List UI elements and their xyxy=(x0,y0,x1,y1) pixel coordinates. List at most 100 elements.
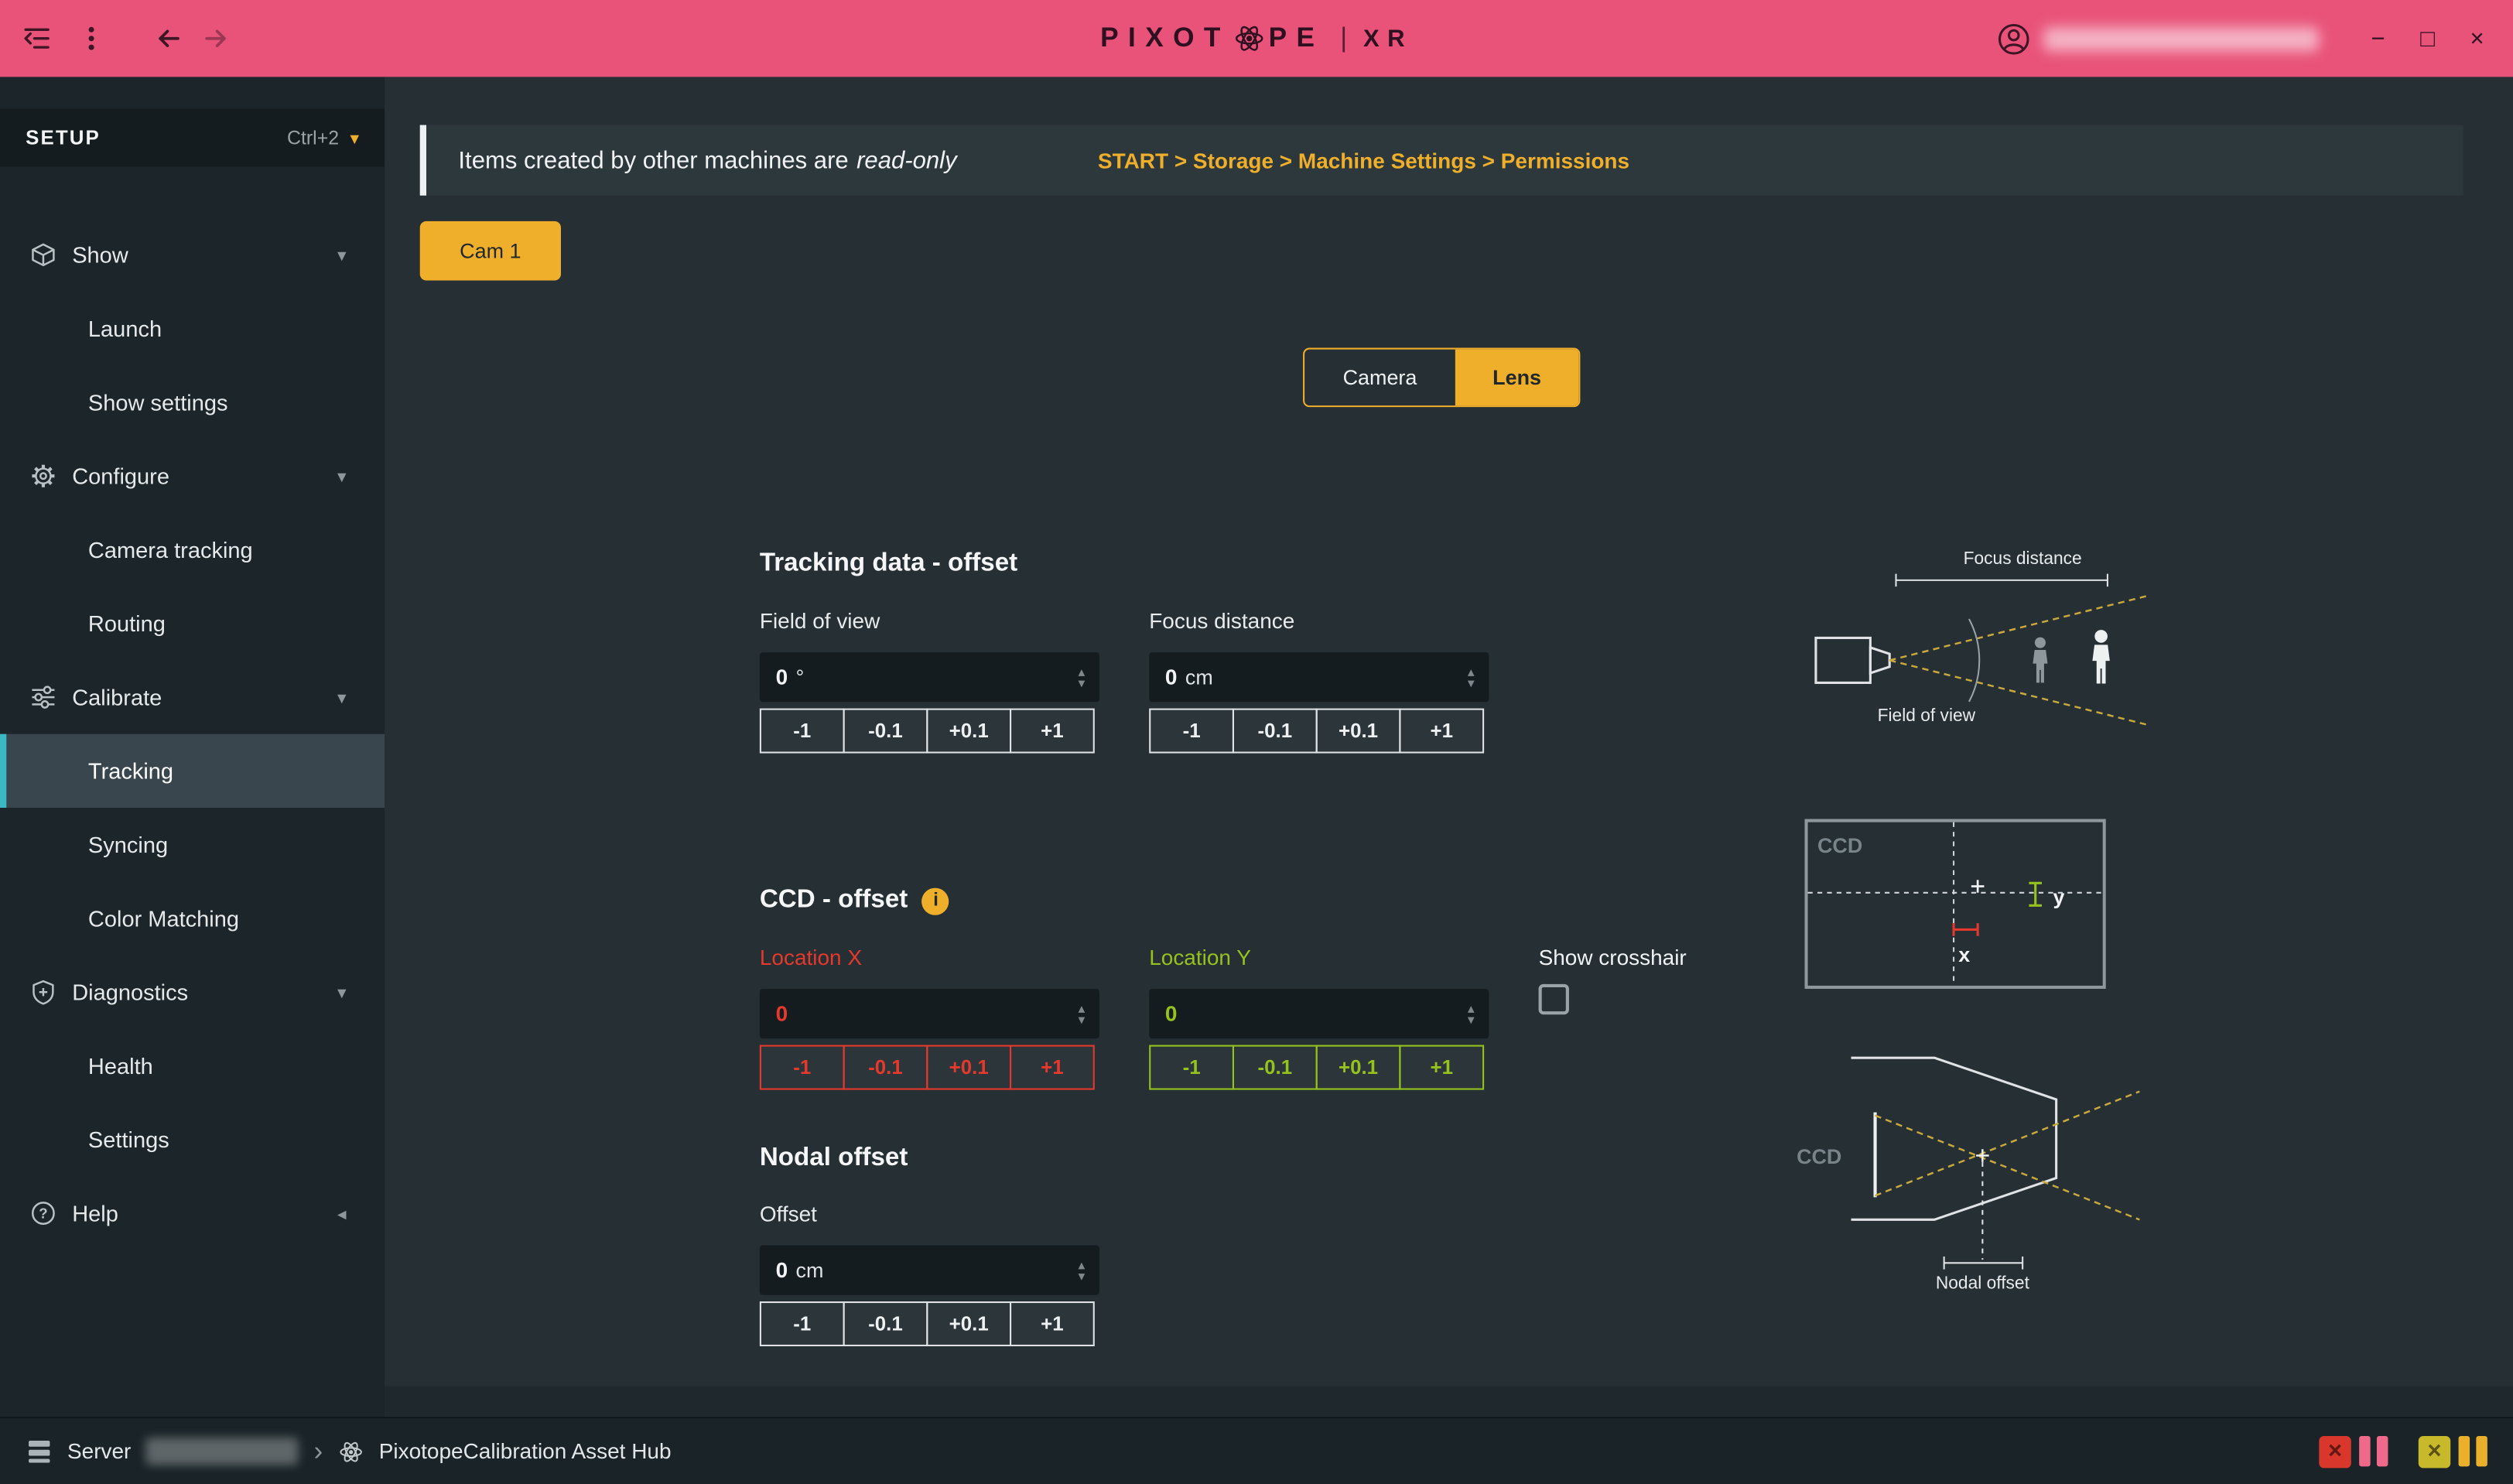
sidebar-item-health[interactable]: Health xyxy=(0,1029,385,1103)
asset-hub-item[interactable]: PixotopeCalibration Asset Hub xyxy=(339,1438,672,1464)
focus-distance-input[interactable]: 0 cm ▴▾ xyxy=(1149,652,1489,702)
nodal-ccd-label: CCD xyxy=(1797,1145,1841,1168)
step-minus-1-button[interactable]: -1 xyxy=(1149,1045,1234,1090)
focus-distance-group: Focus distance 0 cm ▴▾ -1 -0.1 +0.1 +1 xyxy=(1149,609,1489,753)
step-plus-0-1-button[interactable]: +0.1 xyxy=(1316,1045,1401,1090)
show-crosshair-checkbox[interactable] xyxy=(1539,984,1569,1014)
step-buttons: -1 -0.1 +0.1 +1 xyxy=(760,1045,1099,1090)
step-minus-1-button[interactable]: -1 xyxy=(1149,709,1234,754)
step-plus-1-button[interactable]: +1 xyxy=(1399,709,1484,754)
step-buttons: -1 -0.1 +0.1 +1 xyxy=(1149,709,1489,754)
notice-accent-bar xyxy=(420,125,426,196)
server-selector[interactable]: Server xyxy=(26,1438,298,1465)
status-pause-yellow-icon[interactable] xyxy=(2459,1436,2487,1466)
step-plus-0-1-button[interactable]: +0.1 xyxy=(926,1045,1011,1090)
titlebar: PIXOT PE | XR xyxy=(0,0,2513,77)
tab-camera[interactable]: Camera xyxy=(1304,350,1455,406)
step-plus-1-button[interactable]: +1 xyxy=(1010,1045,1095,1090)
cam1-button[interactable]: Cam 1 xyxy=(420,221,561,281)
nodal-point-mark xyxy=(1976,1149,1989,1162)
sidebar-item-diagnostics[interactable]: Diagnostics ▾ xyxy=(0,956,385,1029)
step-minus-0-1-button[interactable]: -0.1 xyxy=(1233,709,1318,754)
readonly-notice: Items created by other machines areread-… xyxy=(420,125,2463,196)
forward-arrow-icon[interactable] xyxy=(199,21,234,56)
sidebar-item-label: Color Matching xyxy=(88,905,239,931)
svg-text:?: ? xyxy=(38,1205,46,1222)
logo-divider: | xyxy=(1340,22,1347,54)
maximize-button[interactable]: □ xyxy=(2420,26,2435,50)
sidebar-item-show[interactable]: Show ▾ xyxy=(0,218,385,292)
status-error-yellow-icon[interactable]: × xyxy=(2419,1435,2450,1467)
status-error-red-icon[interactable]: × xyxy=(2319,1435,2351,1467)
status-pause-pink-icon[interactable] xyxy=(2359,1436,2388,1466)
chevron-down-icon: ▾ xyxy=(337,687,346,708)
notice-text: Items created by other machines areread-… xyxy=(458,147,956,174)
nodal-offset-value: 0 xyxy=(776,1258,788,1282)
value-stepper[interactable]: ▴▾ xyxy=(1078,1259,1085,1281)
chevron-down-icon: ▾ xyxy=(337,466,346,487)
setup-selector[interactable]: SETUP Ctrl+2 ▾ xyxy=(0,109,385,167)
step-plus-1-button[interactable]: +1 xyxy=(1010,709,1095,754)
sidebar-item-label: Help xyxy=(72,1201,118,1226)
pixotope-logo: PIXOT PE | XR xyxy=(1100,0,1413,77)
nodal-offset-label: Offset xyxy=(760,1202,1099,1231)
collapse-sidebar-icon[interactable] xyxy=(19,21,55,56)
sidebar-item-camera-tracking[interactable]: Camera tracking xyxy=(0,513,385,586)
value-stepper[interactable]: ▴▾ xyxy=(1468,666,1475,689)
step-buttons: -1 -0.1 +0.1 +1 xyxy=(760,1301,1099,1346)
step-plus-1-button[interactable]: +1 xyxy=(1010,1301,1095,1346)
step-minus-0-1-button[interactable]: -0.1 xyxy=(1233,1045,1318,1090)
sidebar-item-label: Launch xyxy=(88,316,162,341)
minimize-button[interactable]: − xyxy=(2371,26,2385,50)
field-of-view-input[interactable]: 0 ° ▴▾ xyxy=(760,652,1099,702)
sidebar-item-calibrate[interactable]: Calibrate ▾ xyxy=(0,660,385,733)
account-icon[interactable] xyxy=(1996,21,2032,56)
step-plus-1-button[interactable]: +1 xyxy=(1399,1045,1484,1090)
y-offset-marker xyxy=(2029,883,2042,905)
sidebar-item-label: Tracking xyxy=(88,758,173,784)
breadcrumb[interactable]: START > Storage > Machine Settings > Per… xyxy=(1098,149,1629,173)
step-buttons: -1 -0.1 +0.1 +1 xyxy=(760,709,1099,754)
fov-focus-diagram: Focus distance Field of view xyxy=(1787,537,2148,737)
close-button[interactable]: × xyxy=(2470,26,2484,50)
sidebar-item-launch[interactable]: Launch xyxy=(0,292,385,365)
step-minus-0-1-button[interactable]: -0.1 xyxy=(843,1045,928,1090)
help-icon: ? xyxy=(29,1199,56,1226)
ccd-offset-title: CCD - offset i xyxy=(760,887,949,915)
sidebar-item-show-settings[interactable]: Show settings xyxy=(0,365,385,439)
show-icon xyxy=(29,241,56,268)
step-plus-0-1-button[interactable]: +0.1 xyxy=(926,1301,1011,1346)
chevron-right-icon: › xyxy=(314,1435,323,1467)
step-plus-0-1-button[interactable]: +0.1 xyxy=(926,709,1011,754)
location-y-input[interactable]: 0 ▴▾ xyxy=(1149,989,1489,1038)
value-stepper[interactable]: ▴▾ xyxy=(1078,1003,1085,1025)
step-minus-0-1-button[interactable]: -0.1 xyxy=(843,709,928,754)
server-label: Server xyxy=(67,1439,131,1463)
sidebar-item-configure[interactable]: Configure ▾ xyxy=(0,439,385,513)
sidebar-item-tracking[interactable]: Tracking xyxy=(0,734,385,808)
sliders-icon xyxy=(29,683,56,710)
step-plus-0-1-button[interactable]: +0.1 xyxy=(1316,709,1401,754)
tracking-offset-title: Tracking data - offset xyxy=(760,550,1017,579)
value-stepper[interactable]: ▴▾ xyxy=(1078,666,1085,689)
sidebar-item-help[interactable]: ? Help ◂ xyxy=(0,1176,385,1250)
nodal-offset-caption: Nodal offset xyxy=(1936,1272,2030,1292)
notice-text-em: read-only xyxy=(856,147,957,174)
sidebar-item-color-matching[interactable]: Color Matching xyxy=(0,881,385,955)
sidebar-item-routing[interactable]: Routing xyxy=(0,586,385,660)
step-minus-0-1-button[interactable]: -0.1 xyxy=(843,1301,928,1346)
step-minus-1-button[interactable]: -1 xyxy=(760,1045,845,1090)
kebab-menu-icon[interactable] xyxy=(74,21,109,56)
nodal-offset-input[interactable]: 0 cm ▴▾ xyxy=(760,1246,1099,1295)
info-icon[interactable]: i xyxy=(922,887,949,915)
location-x-input[interactable]: 0 ▴▾ xyxy=(760,989,1099,1038)
back-arrow-icon[interactable] xyxy=(151,21,186,56)
sidebar-item-settings[interactable]: Settings xyxy=(0,1103,385,1176)
person-white-icon xyxy=(2092,630,2109,683)
step-minus-1-button[interactable]: -1 xyxy=(760,709,845,754)
sidebar-item-syncing[interactable]: Syncing xyxy=(0,808,385,881)
sidebar-item-label: Show xyxy=(72,242,128,268)
value-stepper[interactable]: ▴▾ xyxy=(1468,1003,1475,1025)
tab-lens[interactable]: Lens xyxy=(1455,350,1579,406)
step-minus-1-button[interactable]: -1 xyxy=(760,1301,845,1346)
